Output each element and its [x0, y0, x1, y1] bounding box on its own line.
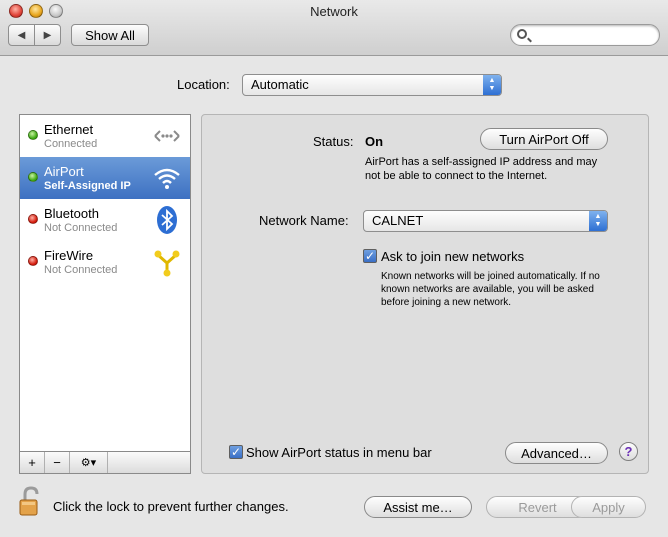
popup-arrows-icon: ▲ ▼: [589, 211, 607, 231]
status-label: Status:: [313, 134, 354, 149]
action-menu-button[interactable]: ⚙▾: [70, 452, 108, 473]
service-name: FireWire: [44, 248, 94, 263]
advanced-button[interactable]: Advanced…: [505, 442, 608, 464]
service-status: Self-Assigned IP: [44, 180, 131, 192]
service-name: Bluetooth: [44, 206, 99, 221]
show-status-menu-checkbox[interactable]: ✓: [229, 445, 243, 459]
forward-arrow-icon[interactable]: ▶: [34, 25, 60, 45]
show-status-menu-label[interactable]: Show AirPort status in menu bar: [246, 445, 432, 460]
status-dot-icon: [28, 256, 38, 266]
network-name-popup[interactable]: CALNET ▲ ▼: [363, 210, 608, 232]
service-name: AirPort: [44, 164, 84, 179]
search-field[interactable]: [510, 24, 660, 46]
bluetooth-icon: [152, 205, 182, 235]
service-item-firewire[interactable]: FireWire Not Connected: [20, 241, 190, 283]
toolbar: Network ◀ ▶ Show All: [0, 0, 668, 56]
apply-button[interactable]: Apply: [571, 496, 646, 518]
service-status: Not Connected: [44, 222, 118, 234]
network-name-label: Network Name:: [259, 213, 349, 228]
service-status: Not Connected: [44, 264, 118, 276]
help-button[interactable]: ?: [619, 442, 638, 461]
location-value: Automatic: [251, 77, 309, 92]
show-all-button[interactable]: Show All: [71, 24, 149, 46]
wifi-icon: [152, 163, 182, 193]
back-forward-control: ◀ ▶: [8, 24, 61, 46]
network-preferences-window: Network ◀ ▶ Show All Location: Automatic…: [0, 0, 668, 537]
status-description: AirPort has a self-assigned IP address a…: [365, 156, 598, 182]
location-label: Location:: [177, 77, 230, 92]
ask-to-join-checkbox[interactable]: ✓: [363, 249, 377, 263]
search-icon: [517, 29, 527, 39]
add-service-button[interactable]: +: [20, 452, 45, 473]
lock-text: Click the lock to prevent further change…: [53, 499, 289, 514]
network-name-value: CALNET: [372, 213, 424, 228]
ask-to-join-label[interactable]: Ask to join new networks: [381, 249, 524, 264]
service-item-airport[interactable]: AirPort Self-Assigned IP: [20, 157, 190, 199]
popup-arrows-icon: ▲ ▼: [483, 75, 501, 95]
turn-airport-off-button[interactable]: Turn AirPort Off: [480, 128, 608, 150]
window-title: Network: [310, 4, 358, 19]
remove-service-button[interactable]: −: [45, 452, 70, 473]
ask-to-join-description: Known networks will be joined automatica…: [381, 271, 600, 308]
location-popup[interactable]: Automatic ▲ ▼: [242, 74, 502, 96]
service-name: Ethernet: [44, 122, 94, 137]
service-item-ethernet[interactable]: Ethernet Connected: [20, 115, 190, 157]
service-status: Connected: [44, 138, 98, 150]
assist-me-button[interactable]: Assist me…: [364, 496, 472, 518]
back-arrow-icon[interactable]: ◀: [9, 25, 34, 45]
firewire-icon: [152, 247, 182, 277]
service-list: Ethernet Connected AirPort Self-Assigned…: [19, 114, 191, 452]
status-dot-icon: [28, 214, 38, 224]
status-dot-icon: [28, 172, 38, 182]
service-item-bluetooth[interactable]: Bluetooth Not Connected: [20, 199, 190, 241]
lock-icon[interactable]: [18, 486, 44, 518]
status-dot-icon: [28, 130, 38, 140]
ethernet-icon: [152, 121, 182, 151]
service-list-controls: + − ⚙▾: [19, 452, 191, 474]
status-value: On: [365, 134, 384, 149]
